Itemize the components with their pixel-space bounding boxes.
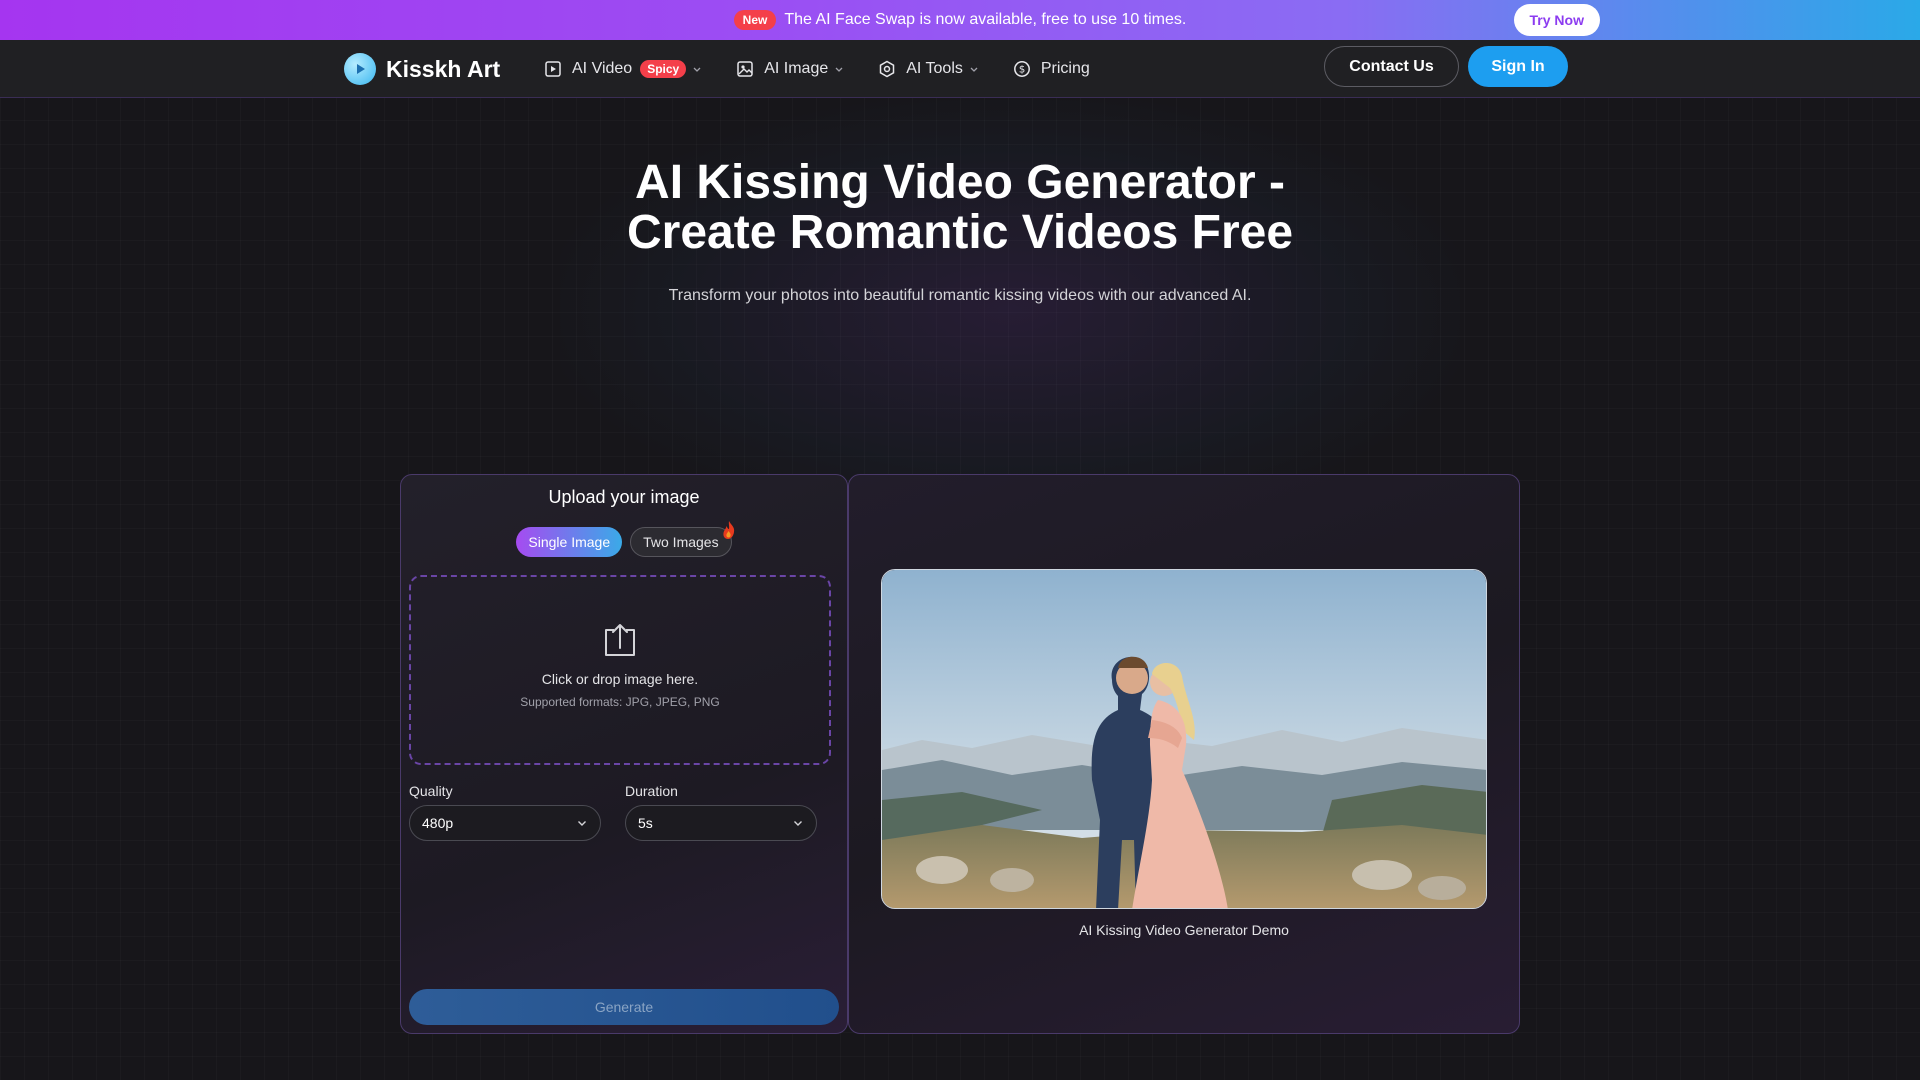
contact-us-button[interactable]: Contact Us [1324, 46, 1459, 87]
page-title-line-1: AI Kissing Video Generator - [635, 156, 1285, 209]
upload-title: Upload your image [548, 487, 700, 507]
sign-in-button[interactable]: Sign In [1468, 46, 1568, 87]
image-dropzone[interactable]: Click or drop image here. Supported form… [409, 575, 831, 765]
tab-two-images[interactable]: Two Images [630, 521, 734, 557]
quality-value: 480p [422, 815, 454, 831]
demo-video-preview[interactable] [881, 569, 1487, 909]
dollar-icon: $ [1013, 60, 1031, 78]
duration-label: Duration [625, 783, 678, 799]
duration-select[interactable]: 5s [625, 805, 817, 841]
page-subtitle: Transform your photos into beautiful rom… [668, 287, 1252, 304]
nav-menu: AI Video Spicy AI Image AI Tools $ Prici… [544, 50, 1090, 88]
page-title-line-2: Create Romantic Videos Free [626, 206, 1294, 259]
navbar: Kisskh Art AI Video Spicy AI Image AI To… [0, 40, 1920, 98]
announcement-bar: New The AI Face Swap is now available, f… [0, 0, 1920, 40]
upload-icon [601, 621, 639, 659]
brand-name: Kisskh Art [386, 55, 501, 82]
chevron-down-icon [792, 817, 804, 829]
chevron-down-icon [576, 817, 588, 829]
chevron-down-icon [692, 64, 702, 74]
brand-link[interactable]: Kisskh Art [344, 50, 500, 88]
nav-item-label: AI Video [572, 60, 633, 77]
demo-panel: AI Kissing Video Generator Demo [848, 474, 1520, 1034]
new-badge: New [733, 10, 777, 30]
nav-item-ai-video[interactable]: AI Video Spicy [544, 60, 702, 78]
quality-select[interactable]: 480p [409, 805, 601, 841]
dropzone-formats: Supported formats: JPG, JPEG, PNG [520, 695, 720, 709]
nav-item-label: AI Image [764, 60, 829, 77]
fire-icon [721, 520, 737, 540]
chevron-down-icon [969, 64, 979, 74]
nav-item-label: AI Tools [906, 60, 963, 77]
upload-panel: Upload your image Single Image Two Image… [400, 474, 848, 1034]
try-now-button[interactable]: Try Now [1513, 4, 1600, 36]
chevron-down-icon [834, 64, 844, 74]
spicy-badge: Spicy [640, 60, 687, 78]
nav-item-pricing[interactable]: $ Pricing [1013, 60, 1090, 78]
demo-caption: AI Kissing Video Generator Demo [1079, 922, 1289, 938]
nav-item-label: Pricing [1040, 60, 1090, 77]
demo-image [882, 570, 1486, 908]
video-icon [544, 60, 562, 78]
dropzone-instruction: Click or drop image here. [541, 671, 699, 687]
announcement-message: The AI Face Swap is now available, free … [784, 11, 1187, 28]
generate-button[interactable]: Generate [409, 989, 839, 1025]
nav-item-ai-tools[interactable]: AI Tools [878, 60, 979, 78]
page-title: AI Kissing Video Generator - Create Roma… [460, 158, 1460, 258]
tab-two-images-label: Two Images [643, 534, 719, 550]
image-mode-tabs: Single Image Two Images [401, 521, 847, 557]
logo-play-icon [344, 53, 376, 85]
duration-value: 5s [638, 815, 653, 831]
tab-single-image[interactable]: Single Image [516, 527, 623, 557]
nav-item-ai-image[interactable]: AI Image [736, 60, 844, 78]
tools-icon [878, 60, 896, 78]
image-icon [736, 60, 754, 78]
svg-text:$: $ [1019, 65, 1025, 76]
quality-label: Quality [409, 783, 453, 799]
